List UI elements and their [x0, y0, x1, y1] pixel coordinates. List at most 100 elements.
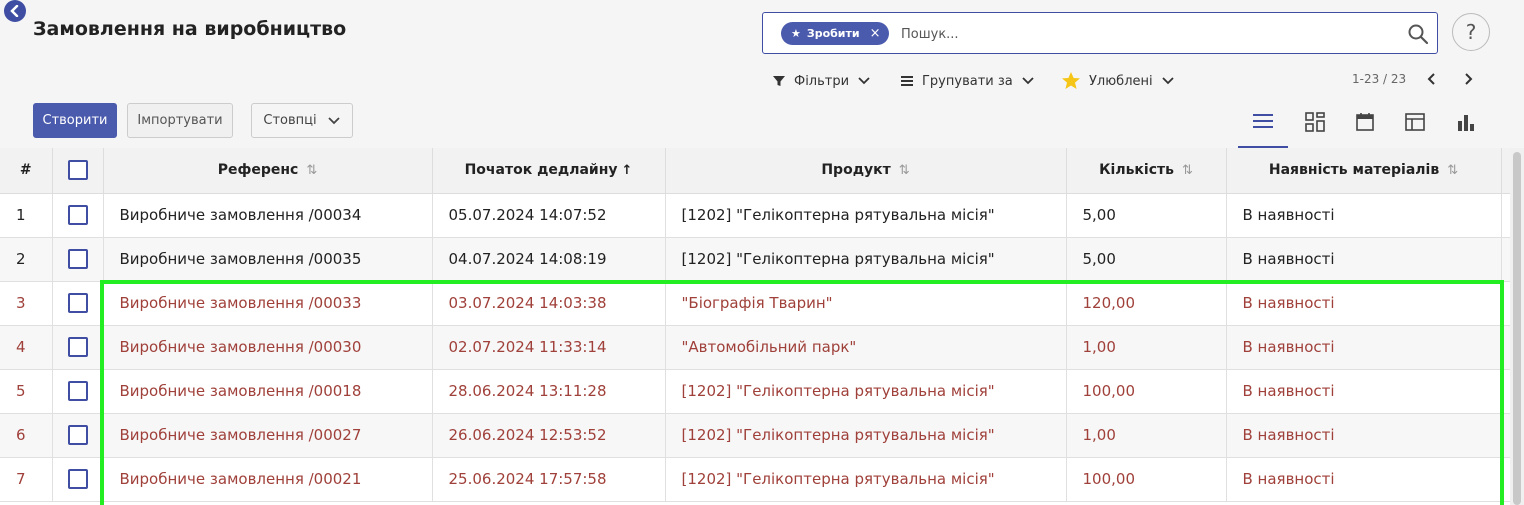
view-calendar-button[interactable]	[1340, 112, 1390, 148]
cell-spacer	[1501, 369, 1510, 414]
chevron-down-icon	[1161, 77, 1174, 85]
row-select[interactable]	[52, 325, 104, 370]
cell-deadline[interactable]: 03.07.2024 14:03:38	[432, 281, 666, 326]
columns-button[interactable]: Стовпці	[251, 103, 353, 138]
cell-availability[interactable]: В наявності	[1226, 413, 1502, 458]
cell-reference[interactable]: Виробниче замовлення /00021	[103, 457, 433, 502]
scrollbar-thumb[interactable]	[1513, 152, 1521, 505]
cell-product[interactable]: "Біографія Тварин"	[665, 281, 1067, 326]
cell-quantity[interactable]: 1,00	[1066, 325, 1227, 370]
vertical-scrollbar[interactable]	[1510, 148, 1524, 505]
cell-product[interactable]: "Автомобільний парк"	[665, 325, 1067, 370]
row-number: 7	[0, 457, 53, 502]
row-checkbox[interactable]	[67, 249, 88, 269]
header-optional-columns	[1501, 148, 1510, 194]
facet-remove-icon[interactable]: ×	[870, 26, 881, 41]
back-button[interactable]	[4, 0, 26, 22]
row-select[interactable]	[52, 413, 104, 458]
header-select-all[interactable]	[52, 148, 104, 194]
header-availability-label: Наявність матеріалів	[1268, 162, 1440, 179]
row-number: 3	[0, 281, 53, 326]
table-row[interactable]: 6 Виробниче замовлення /00027 26.06.2024 1…	[0, 413, 1510, 458]
cell-product[interactable]: [1202] "Гелікоптерна рятувальна місія"	[665, 457, 1067, 502]
row-select[interactable]	[52, 457, 104, 502]
cell-reference[interactable]: Виробниче замовлення /00030	[103, 325, 433, 370]
cell-quantity[interactable]: 1,00	[1066, 413, 1227, 458]
search-input[interactable]	[901, 23, 1381, 45]
row-checkbox[interactable]	[67, 381, 88, 401]
cell-quantity[interactable]: 5,00	[1066, 237, 1227, 282]
table-row[interactable]: 5 Виробниче замовлення /00018 28.06.2024 1…	[0, 369, 1510, 414]
search-bar[interactable]: ★ Зробити ×	[762, 12, 1438, 54]
cell-availability[interactable]: В наявності	[1226, 325, 1502, 370]
cell-availability[interactable]: В наявності	[1226, 369, 1502, 414]
cell-quantity[interactable]: 100,00	[1066, 457, 1227, 502]
header-reference[interactable]: Референс ⇅	[103, 148, 433, 194]
sort-icon: ⇅	[1182, 163, 1193, 179]
cell-quantity[interactable]: 120,00	[1066, 281, 1227, 326]
favorites-dropdown[interactable]: Улюблені	[1061, 71, 1175, 91]
cell-deadline[interactable]: 02.07.2024 11:33:14	[432, 325, 666, 370]
filters-dropdown[interactable]: Фільтри	[772, 71, 871, 91]
cell-deadline[interactable]: 04.07.2024 14:08:19	[432, 237, 666, 282]
cell-reference[interactable]: Виробниче замовлення /00027	[103, 413, 433, 458]
row-checkbox[interactable]	[67, 469, 88, 489]
header-product[interactable]: Продукт ⇅	[665, 148, 1067, 194]
cell-spacer	[1501, 413, 1510, 458]
cell-deadline[interactable]: 26.06.2024 12:53:52	[432, 413, 666, 458]
cell-product[interactable]: [1202] "Гелікоптерна рятувальна місія"	[665, 413, 1067, 458]
table-row[interactable]: 2 Виробниче замовлення /00035 04.07.2024 1…	[0, 237, 1510, 282]
table-row[interactable]: 7 Виробниче замовлення /00021 25.06.2024 1…	[0, 457, 1510, 502]
chevron-left-icon	[10, 5, 19, 17]
view-graph-button[interactable]	[1441, 112, 1491, 148]
view-pivot-button[interactable]	[1390, 112, 1440, 148]
header-deadline[interactable]: Початок дедлайну ↑	[432, 148, 666, 194]
row-number: 6	[0, 413, 53, 458]
cell-product[interactable]: [1202] "Гелікоптерна рятувальна місія"	[665, 193, 1067, 238]
header-num: #	[0, 148, 53, 194]
row-select[interactable]	[52, 281, 104, 326]
table-row[interactable]: 4 Виробниче замовлення /00030 02.07.2024 1…	[0, 325, 1510, 370]
cell-availability[interactable]: В наявності	[1226, 457, 1502, 502]
help-button[interactable]: ?	[1452, 13, 1490, 51]
row-checkbox[interactable]	[67, 205, 88, 225]
cell-reference[interactable]: Виробниче замовлення /00035	[103, 237, 433, 282]
cell-product[interactable]: [1202] "Гелікоптерна рятувальна місія"	[665, 369, 1067, 414]
cell-deadline[interactable]: 28.06.2024 13:11:28	[432, 369, 666, 414]
row-select[interactable]	[52, 193, 104, 238]
group-by-dropdown[interactable]: Групувати за	[900, 71, 1035, 91]
header-availability[interactable]: Наявність матеріалів ⇅	[1226, 148, 1502, 194]
cell-deadline[interactable]: 25.06.2024 17:57:58	[432, 457, 666, 502]
cell-deadline[interactable]: 05.07.2024 14:07:52	[432, 193, 666, 238]
header-reference-label: Референс	[217, 162, 299, 179]
cell-availability[interactable]: В наявності	[1226, 281, 1502, 326]
create-button[interactable]: Створити	[33, 103, 117, 138]
import-button[interactable]: Імпортувати	[127, 103, 233, 138]
cell-spacer	[1501, 193, 1510, 238]
row-checkbox[interactable]	[67, 293, 88, 313]
row-select[interactable]	[52, 237, 104, 282]
star-icon	[1062, 72, 1080, 89]
cell-availability[interactable]: В наявності	[1226, 237, 1502, 282]
row-checkbox[interactable]	[67, 337, 88, 357]
search-icon[interactable]	[1407, 23, 1429, 45]
view-list-button[interactable]	[1238, 112, 1288, 148]
header-quantity[interactable]: Кількість ⇅	[1066, 148, 1227, 194]
cell-reference[interactable]: Виробниче замовлення /00018	[103, 369, 433, 414]
row-select[interactable]	[52, 369, 104, 414]
cell-product[interactable]: [1202] "Гелікоптерна рятувальна місія"	[665, 237, 1067, 282]
row-checkbox[interactable]	[67, 425, 88, 445]
select-all-checkbox[interactable]	[67, 160, 88, 181]
view-kanban-button[interactable]	[1290, 112, 1340, 148]
table-row[interactable]: 3 Виробниче замовлення /00033 03.07.2024 1…	[0, 281, 1510, 326]
pager-value[interactable]: 1-23 / 23	[1352, 72, 1406, 86]
cell-reference[interactable]: Виробниче замовлення /00034	[103, 193, 433, 238]
cell-availability[interactable]: В наявності	[1226, 193, 1502, 238]
pager-next-button[interactable]	[1458, 69, 1478, 89]
cell-quantity[interactable]: 5,00	[1066, 193, 1227, 238]
pager-previous-button[interactable]	[1422, 69, 1442, 89]
table-row[interactable]: 1 Виробниче замовлення /00034 05.07.2024 1…	[0, 193, 1510, 238]
cell-quantity[interactable]: 100,00	[1066, 369, 1227, 414]
search-facet[interactable]: ★ Зробити ×	[781, 22, 889, 45]
cell-reference[interactable]: Виробниче замовлення /00033	[103, 281, 433, 326]
